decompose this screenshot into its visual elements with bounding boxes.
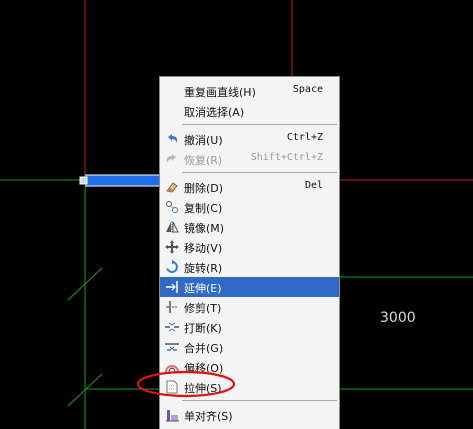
menu-item-label: 删除(D) [184, 182, 224, 195]
rotate-icon [166, 259, 178, 273]
context-menu: 重复画直线(H) Space 取消选择(A) 撤消(U) Ctrl+Z 恢复(R… [159, 76, 340, 429]
menu-item-join[interactable]: 合并(G) [160, 337, 339, 357]
menu-item-label: 合并(G) [184, 342, 224, 355]
menu-item-label: 恢复(R) [184, 154, 223, 167]
menu-separator [182, 172, 337, 173]
menu-item-delete[interactable]: 删除(D) Del [160, 177, 339, 197]
menu-item-label: 修剪(T) [184, 302, 222, 315]
menu-item-label: 偏移(O) [184, 362, 224, 375]
menu-item-trim[interactable]: 修剪(T) [160, 297, 339, 317]
menu-item-offset[interactable]: 偏移(O) [160, 357, 339, 377]
mirror-icon [166, 221, 179, 233]
menu-item-redo[interactable]: 恢复(R) Shift+Ctrl+Z [160, 149, 339, 169]
menu-item-label: 旋转(R) [184, 262, 223, 275]
menu-item-label: 移动(V) [184, 242, 223, 255]
menu-item-extend[interactable]: 延伸(E) [160, 277, 339, 297]
menu-item-label: 重复画直线(H) [184, 86, 256, 99]
menu-item-break[interactable]: 打断(K) [160, 317, 339, 337]
menu-item-deselect[interactable]: 取消选择(A) [160, 101, 339, 121]
menu-item-label: 取消选择(A) [184, 106, 245, 119]
join-icon [165, 343, 179, 351]
menu-item-align[interactable]: 单对齐(S) [160, 405, 339, 425]
dimension-label: 3000 [380, 310, 416, 326]
menu-item-shortcut: Ctrl+Z [286, 132, 323, 143]
menu-item-repeat-line[interactable]: 重复画直线(H) Space [160, 81, 339, 101]
align-icon [166, 410, 179, 422]
menu-item-rotate[interactable]: 旋转(R) [160, 257, 339, 277]
menu-separator [182, 400, 337, 401]
eraser-icon [166, 182, 178, 193]
menu-item-stretch[interactable]: 拉伸(S) [160, 377, 339, 397]
menu-item-undo[interactable]: 撤消(U) Ctrl+Z [160, 129, 339, 149]
menu-item-mirror[interactable]: 镜像(M) [160, 217, 339, 237]
trim-icon [166, 301, 178, 313]
stretch-icon [166, 380, 178, 394]
extend-icon [166, 281, 178, 293]
break-icon [165, 322, 179, 332]
grip-handle[interactable] [79, 176, 88, 185]
menu-item-shortcut: Del [304, 180, 323, 191]
selected-wall[interactable] [85, 175, 160, 186]
menu-separator [182, 124, 337, 125]
undo-icon [168, 134, 178, 143]
menu-item-shortcut: Shift+Ctrl+Z [250, 152, 323, 163]
menu-item-label: 复制(C) [184, 202, 223, 215]
menu-item-move[interactable]: 移动(V) [160, 237, 339, 257]
menu-item-label: 撤消(U) [184, 134, 223, 147]
redo-icon [166, 154, 176, 163]
menu-item-label: 单对齐(S) [184, 410, 233, 423]
move-icon [165, 240, 179, 254]
menu-item-label: 延伸(E) [184, 282, 222, 295]
menu-item-label: 镜像(M) [184, 222, 225, 235]
copy-icon [166, 201, 178, 213]
menu-item-label: 打断(K) [184, 322, 222, 335]
menu-item-copy[interactable]: 复制(C) [160, 197, 339, 217]
offset-icon [165, 365, 179, 373]
menu-item-label: 拉伸(S) [184, 382, 222, 395]
menu-item-shortcut: Space [292, 84, 323, 95]
